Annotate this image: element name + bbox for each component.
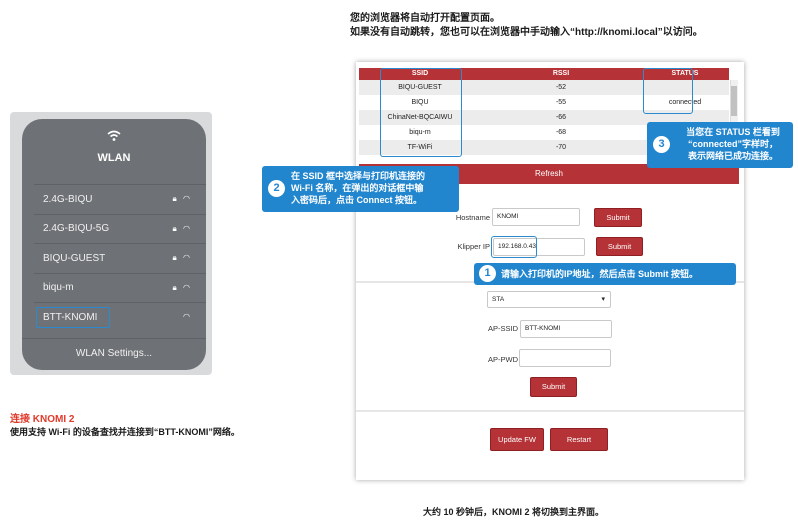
- network-item[interactable]: 2.4G-BIQU-5G 🔒︎ ◠: [34, 213, 206, 244]
- callout-text: 请输入打印机的IP地址，然后点击 Submit 按钮。: [501, 269, 699, 279]
- callout-line: 当您在 STATUS 栏看到: [686, 127, 780, 137]
- wifi-mode-value: STA: [492, 296, 505, 303]
- network-name: BTT-KNOMI: [36, 306, 110, 328]
- network-item[interactable]: biqu-m 🔒︎ ◠: [34, 272, 206, 303]
- step-number: 2: [268, 180, 285, 197]
- step-number: 1: [479, 265, 496, 282]
- status-highlight-frame: [643, 68, 693, 114]
- lock-wifi-icon: 🔒︎ ◠: [172, 253, 192, 262]
- instruction-line-2: 如果没有自动跳转，您也可以在浏览器中手动输入“http://knomi.loca…: [350, 27, 703, 38]
- ssid-highlight-frame: [380, 68, 462, 157]
- rssi-cell: -55: [555, 99, 567, 106]
- lock-wifi-icon: 🔒︎ ◠: [172, 282, 192, 292]
- callout-step-2: 2 在 SSID 框中选择与打印机连接的 Wi-Fi 名称，在弹出的对话框中输 …: [262, 166, 459, 212]
- update-fw-button[interactable]: Update FW: [490, 428, 544, 451]
- callout-line: “connected”字样时，: [687, 139, 778, 149]
- klipper-ip-label: Klipper IP: [457, 242, 490, 251]
- ap-pwd-label: AP-PWD: [488, 355, 518, 364]
- footer-note: 大约 10 秒钟后，KNOMI 2 将切换到主界面。: [423, 507, 605, 517]
- section-divider: [356, 410, 744, 412]
- network-item[interactable]: 2.4G-BIQU 🔒︎ ◠: [34, 184, 206, 214]
- step-number: 3: [653, 136, 670, 153]
- callout-line: 入密码后，点击 Connect 按钮。: [291, 195, 423, 205]
- rssi-cell: -70: [555, 144, 567, 151]
- ap-ssid-input[interactable]: BTT-KNOMI: [520, 320, 612, 338]
- callout-line: 在 SSID 框中选择与打印机连接的: [291, 171, 426, 181]
- wlan-title: WLAN: [97, 152, 131, 164]
- wlan-settings-button[interactable]: WLAN Settings...: [22, 338, 206, 370]
- hostname-submit-button[interactable]: Submit: [594, 208, 642, 227]
- network-name: 2.4G-BIQU-5G: [43, 223, 110, 235]
- callout-step-1: 1 请输入打印机的IP地址，然后点击 Submit 按钮。: [474, 263, 736, 285]
- instruction-text: 您的浏览器将自动打开配置页面。 如果没有自动跳转，您也可以在浏览器中手动输入“h…: [350, 12, 703, 40]
- connect-title: 连接 KNOMI 2: [10, 414, 75, 425]
- callout-text: 当您在 STATUS 栏看到 “connected”字样时， 表示网络已成功连接…: [675, 126, 791, 162]
- connect-description: 使用支持 Wi-Fi 的设备查找并连接到“BTT-KNOMI”网络。: [10, 427, 240, 437]
- instruction-line-1: 您的浏览器将自动打开配置页面。: [350, 13, 500, 24]
- rssi-cell: -52: [555, 84, 567, 91]
- wifi-icon: ◠: [183, 312, 192, 321]
- network-name: biqu-m: [43, 282, 74, 294]
- lock-wifi-icon: 🔒︎ ◠: [172, 194, 192, 203]
- network-item-btt-knomi[interactable]: BTT-KNOMI ◠: [34, 302, 206, 332]
- ap-submit-button[interactable]: Submit: [530, 377, 577, 397]
- hostname-label: Hostname: [455, 213, 490, 222]
- hostname-input[interactable]: KNOMI: [492, 208, 580, 226]
- callout-line: Wi-Fi 名称，在弹出的对话框中输: [291, 183, 424, 193]
- rssi-cell: -68: [555, 129, 567, 136]
- ap-pwd-input[interactable]: [519, 349, 611, 367]
- callout-line: 表示网络已成功连接。: [687, 151, 778, 161]
- ap-ssid-label: AP-SSID: [487, 324, 518, 333]
- callout-text: 在 SSID 框中选择与打印机连接的 Wi-Fi 名称，在弹出的对话框中输 入密…: [291, 170, 457, 206]
- klipper-ip-submit-button[interactable]: Submit: [596, 237, 643, 256]
- restart-button[interactable]: Restart: [550, 428, 608, 451]
- wifi-icon: [22, 129, 206, 145]
- ip-highlight-frame: [491, 236, 537, 258]
- lock-wifi-icon: 🔒︎ ◠: [172, 223, 192, 233]
- network-name: 2.4G-BIQU: [43, 193, 93, 205]
- network-list: 2.4G-BIQU 🔒︎ ◠ 2.4G-BIQU-5G 🔒︎ ◠ BIQU-GU…: [34, 184, 206, 332]
- wifi-mode-select[interactable]: STA ▾: [487, 291, 611, 308]
- wlan-panel: WLAN 2.4G-BIQU 🔒︎ ◠ 2.4G-BIQU-5G 🔒︎ ◠ BI…: [22, 119, 206, 370]
- network-item[interactable]: BIQU-GUEST 🔒︎ ◠: [34, 243, 206, 273]
- header-rssi: RSSI: [552, 70, 570, 77]
- rssi-cell: -66: [555, 114, 567, 121]
- chevron-down-icon: ▾: [601, 296, 605, 303]
- scrollbar-thumb[interactable]: [731, 86, 737, 116]
- network-name: BIQU-GUEST: [43, 252, 106, 264]
- callout-step-3: 3 当您在 STATUS 栏看到 “connected”字样时， 表示网络已成功…: [647, 122, 793, 168]
